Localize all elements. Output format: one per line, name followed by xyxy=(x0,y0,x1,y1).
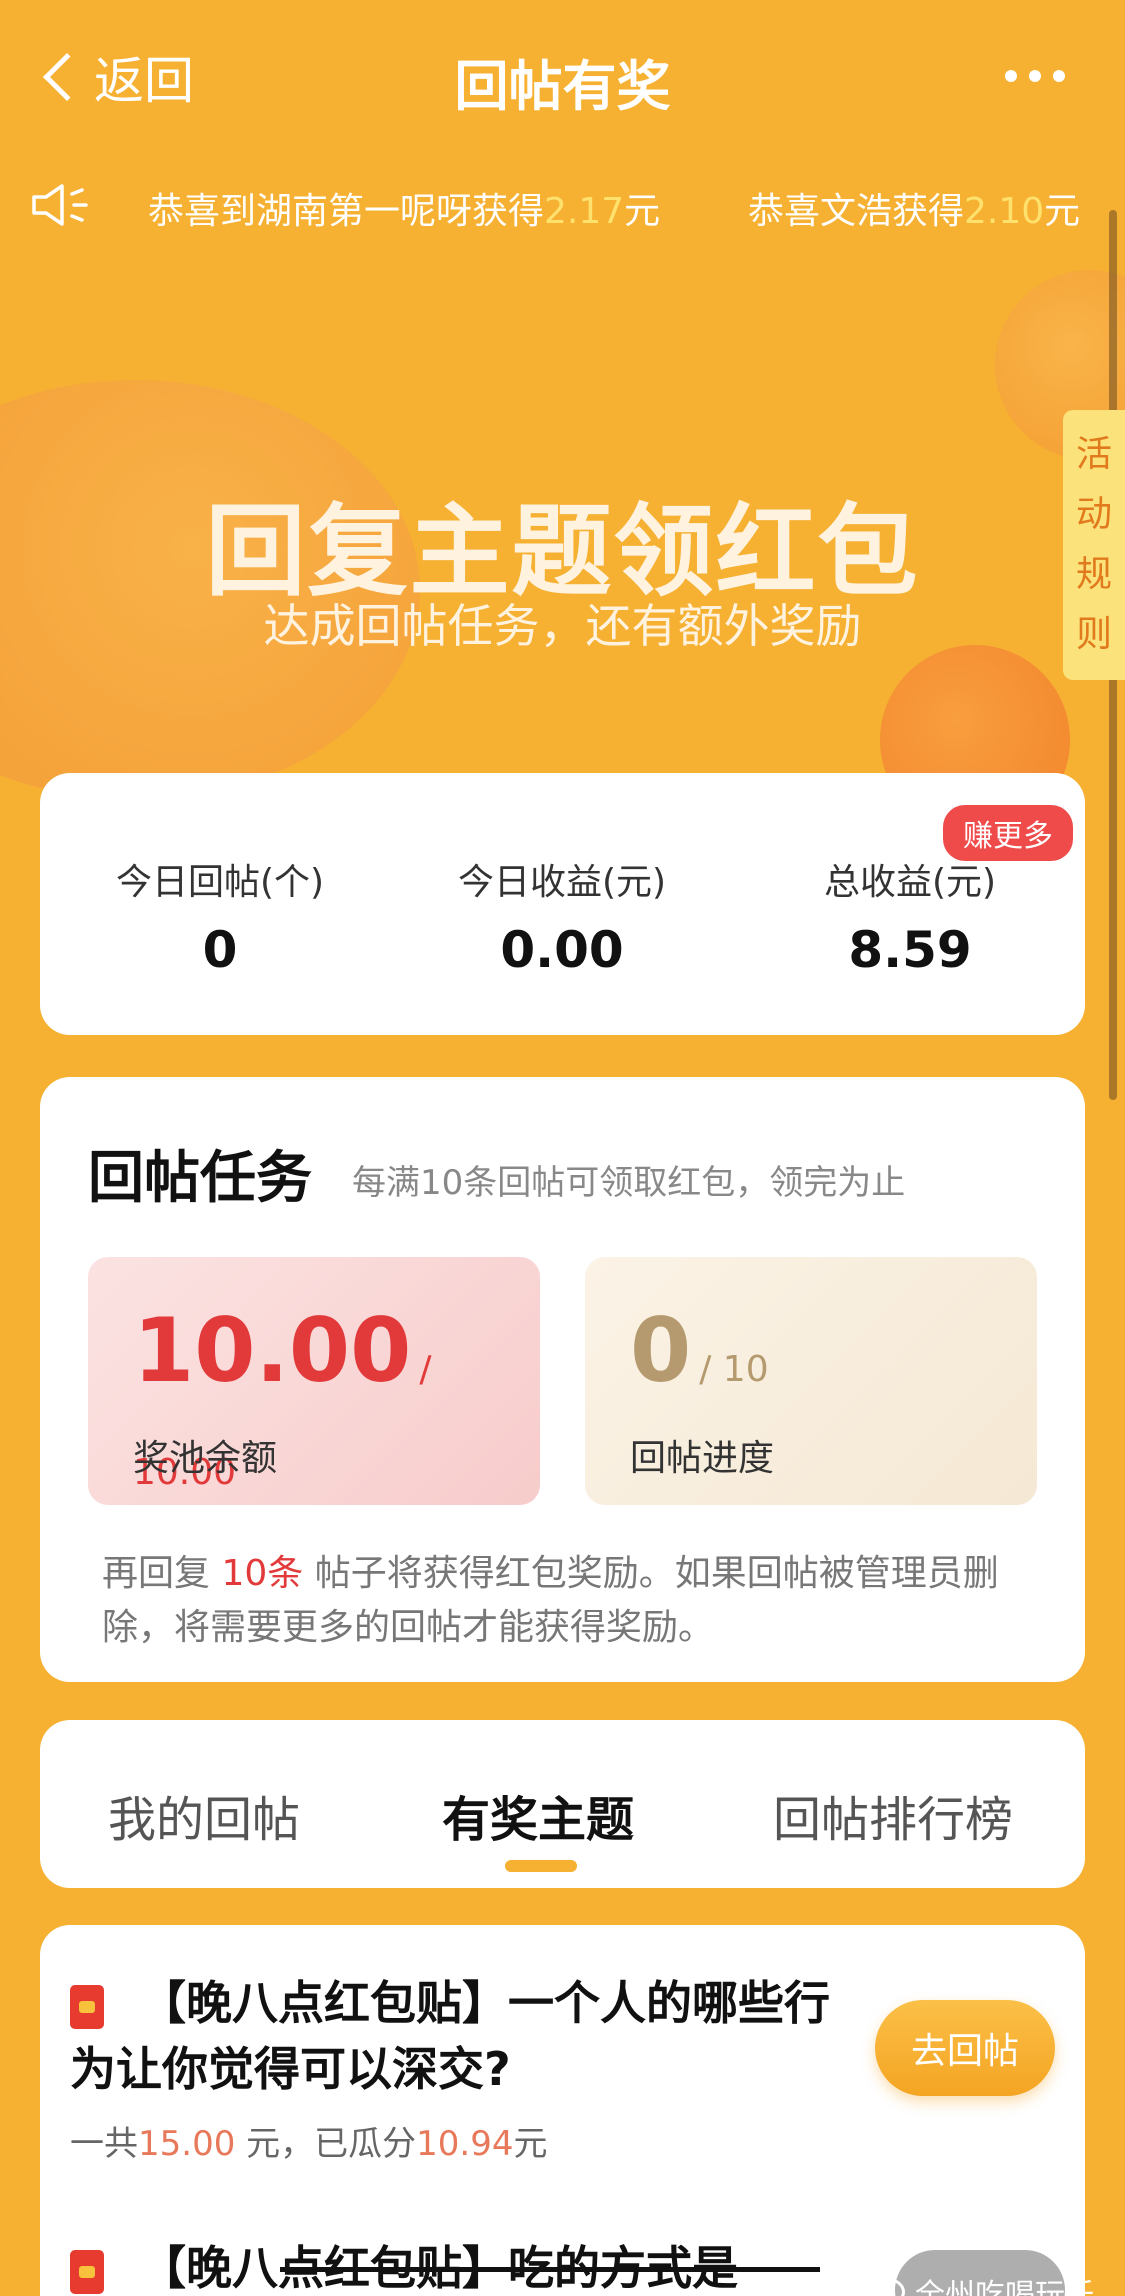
red-envelope-icon xyxy=(70,2249,104,2294)
rules-char: 则 xyxy=(1075,614,1112,655)
go-reply-button[interactable]: 去回帖 xyxy=(875,2000,1055,2096)
post-title: 【晚八点红包贴】吃的方式是 xyxy=(70,2235,830,2296)
wechat-icon xyxy=(871,2278,905,2296)
stats-card: 赚更多 今日回帖(个) 0 今日收益(元) 0.00 总收益(元) 8.59 xyxy=(40,773,1085,1035)
tab-my-replies[interactable]: 我的回帖 xyxy=(108,1780,300,1850)
topic-list: 【晚八点红包贴】一个人的哪些行为让你觉得可以深交? 一共15.00 元，已瓜分1… xyxy=(40,1925,1085,2296)
tab-bar: 我的回帖 有奖主题 回帖排行榜 xyxy=(40,1720,1085,1888)
activity-rules-tab[interactable]: 活 动 规 则 xyxy=(1063,410,1125,680)
stat-label: 今日收益(元) xyxy=(457,862,667,903)
stat-label: 总收益(元) xyxy=(823,862,997,903)
stat-value: 0.00 xyxy=(500,921,624,979)
page-title: 回帖有奖 xyxy=(454,55,671,118)
list-item[interactable]: 【晚八点红包贴】一个人的哪些行为让你觉得可以深交? 一共15.00 元，已瓜分1… xyxy=(70,1970,830,2165)
tab-reply-ranking[interactable]: 回帖排行榜 xyxy=(773,1780,1013,1850)
post-title: 【晚八点红包贴】一个人的哪些行为让你觉得可以深交? xyxy=(70,1976,830,2096)
hero-subtitle: 达成回帖任务，还有额外奖励 xyxy=(263,599,862,653)
speaker-icon xyxy=(32,184,88,226)
rules-char: 动 xyxy=(1075,494,1112,535)
stat-today-earnings: 今日收益(元) 0.00 xyxy=(397,853,727,979)
reply-progress-box: 0/ 10 回帖进度 xyxy=(585,1257,1037,1505)
ticker-item: 恭喜文浩获得2.10元 xyxy=(748,191,1081,232)
task-title: 回帖任务 xyxy=(88,1146,312,1211)
stat-value: 8.59 xyxy=(848,921,972,979)
tab-reward-topics[interactable]: 有奖主题 xyxy=(442,1780,634,1850)
more-options-icon[interactable] xyxy=(1005,70,1065,82)
list-item[interactable]: 【晚八点红包贴】吃的方式是 xyxy=(70,2235,830,2296)
page: 返回 回帖有奖 恭喜到湖南第一呢呀获得2.17元 恭喜文浩获得2.10元 回复主… xyxy=(0,0,1125,2296)
reply-task-card: 回帖任务 每满10条回帖可领取红包，领完为止 10.00/ 10.00 奖池余额… xyxy=(40,1077,1085,1682)
task-description: 每满10条回帖可领取红包，领完为止 xyxy=(352,1163,906,1203)
prize-pool-box: 10.00/ 10.00 奖池余额 xyxy=(88,1257,540,1505)
stat-label: 今日回帖(个) xyxy=(115,862,325,903)
stat-total-earnings: 总收益(元) 8.59 xyxy=(745,853,1075,979)
announcement-ticker: 恭喜到湖南第一呢呀获得2.17元 恭喜文浩获得2.10元 xyxy=(0,170,1125,240)
active-tab-indicator xyxy=(505,1860,577,1872)
progress-value: 0/ 10 xyxy=(630,1299,769,1402)
header: 返回 回帖有奖 xyxy=(0,0,1125,150)
rules-char: 规 xyxy=(1075,554,1112,595)
watermark: 全州吃喝玩乐 xyxy=(871,2270,1095,2296)
task-note: 再回复 10条 帖子将获得红包奖励。如果回帖被管理员删除，将需要更多的回帖才能获… xyxy=(102,1553,999,1648)
ticker-item: 恭喜到湖南第一呢呀获得2.17元 xyxy=(148,191,661,232)
progress-label: 回帖进度 xyxy=(630,1438,775,1479)
watermark-text: 全州吃喝玩乐 xyxy=(915,2278,1095,2296)
stat-value: 0 xyxy=(202,921,238,979)
post-meta: 一共15.00 元，已瓜分10.94元 xyxy=(70,2124,548,2164)
stat-today-replies: 今日回帖(个) 0 xyxy=(55,853,385,979)
rules-char: 活 xyxy=(1075,434,1112,475)
red-envelope-icon xyxy=(70,1984,104,2029)
pool-label: 奖池余额 xyxy=(133,1438,278,1479)
